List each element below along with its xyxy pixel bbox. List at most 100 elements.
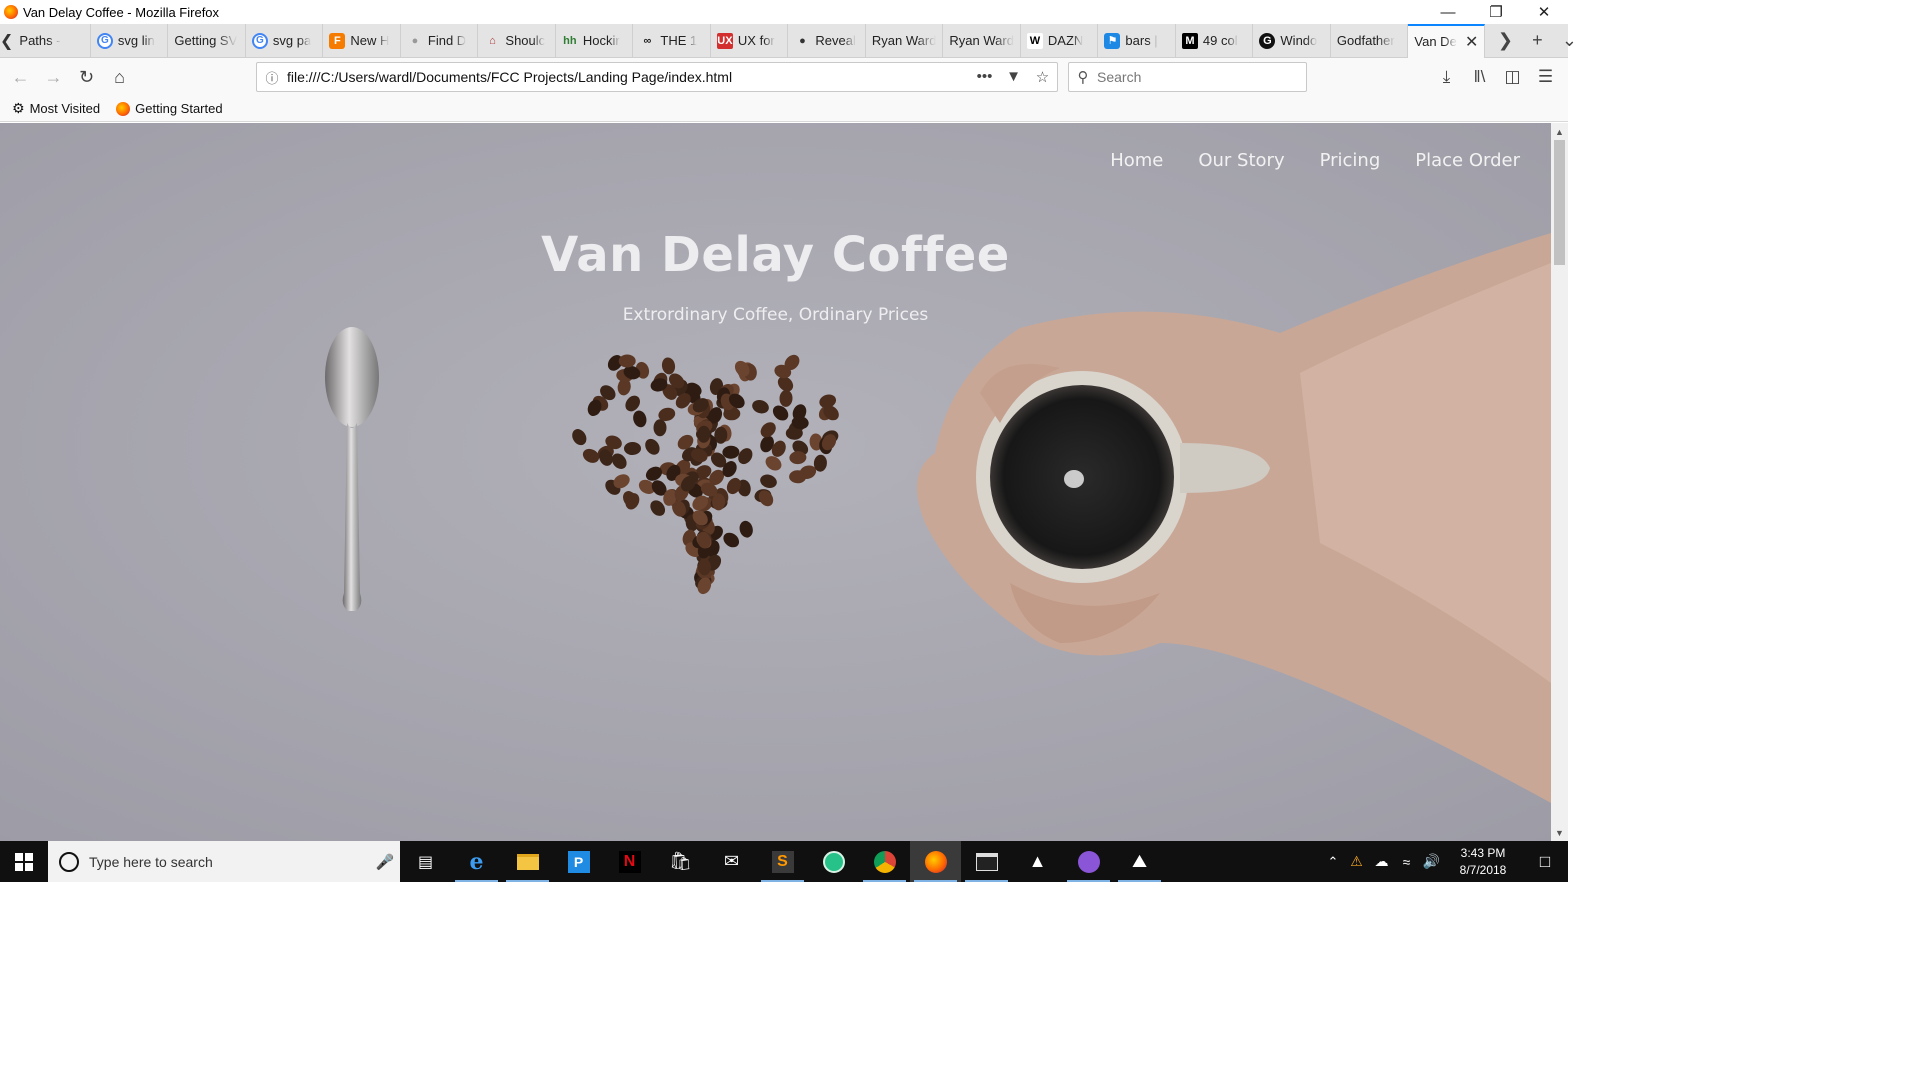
clock[interactable]: 3:43 PM 8/7/2018 bbox=[1444, 845, 1522, 879]
sublime-text-icon[interactable]: S bbox=[757, 841, 808, 882]
wifi-icon[interactable]: ≈ bbox=[1394, 854, 1419, 870]
menu-icon[interactable]: ☰ bbox=[1529, 62, 1562, 92]
reload-icon[interactable]: ↻ bbox=[70, 62, 103, 92]
url-text[interactable]: file:///C:/Users/wardl/Documents/FCC Pro… bbox=[287, 69, 970, 85]
inkscape-icon[interactable]: ▲ bbox=[1012, 841, 1063, 882]
restore-icon[interactable]: ❐ bbox=[1472, 0, 1520, 24]
tab-label: Ryan Ward bbox=[949, 33, 1014, 48]
netflix-icon[interactable]: N bbox=[604, 841, 655, 882]
list-all-tabs-icon[interactable]: ⌄ bbox=[1553, 24, 1585, 58]
page-actions-icon[interactable]: ••• bbox=[970, 68, 999, 86]
onedrive-icon[interactable]: ☁ bbox=[1369, 853, 1394, 870]
library-icon[interactable]: ‖\ bbox=[1463, 62, 1496, 92]
site-info-icon[interactable]: ⓘ bbox=[257, 68, 287, 87]
volume-icon[interactable]: 🔊 bbox=[1419, 853, 1444, 870]
tab[interactable]: hh Hockir bbox=[556, 23, 634, 58]
toolbar-tools: ⤓ ‖\ ◫ ☰ bbox=[1430, 62, 1562, 92]
shield-gray-icon: ● bbox=[411, 34, 419, 47]
edge-icon[interactable]: e bbox=[451, 841, 502, 882]
scroll-tabs-left-icon[interactable]: ❮ bbox=[0, 24, 13, 58]
action-center-icon[interactable]: □ bbox=[1522, 852, 1568, 872]
task-view-icon[interactable]: ▤ bbox=[400, 841, 451, 882]
show-hidden-icons-icon[interactable]: ⌃ bbox=[1322, 854, 1344, 870]
page-viewport: Home Our Story Pricing Place Order Van D… bbox=[0, 123, 1551, 841]
pandora-icon[interactable]: P bbox=[553, 841, 604, 882]
home-icon[interactable]: ⌂ bbox=[103, 62, 136, 92]
tab-label: Getting SV bbox=[174, 33, 238, 48]
cortana-icon bbox=[59, 851, 79, 872]
mail-icon[interactable]: ✉ bbox=[706, 841, 757, 882]
taskbar-search-input[interactable]: Type here to search 🎤 bbox=[48, 841, 400, 882]
antivirus-icon[interactable]: ⚠ bbox=[1344, 853, 1369, 870]
tab[interactable]: Ryan Ward bbox=[943, 23, 1021, 58]
chrome-icon[interactable] bbox=[859, 841, 910, 882]
tab-label: svg pa bbox=[272, 33, 312, 48]
search-input[interactable]: ⚲ Search bbox=[1068, 62, 1307, 92]
tab[interactable]: ⚑ bars | bbox=[1098, 23, 1176, 58]
minimize-icon[interactable]: — bbox=[1424, 0, 1472, 24]
downloads-icon[interactable]: ⤓ bbox=[1430, 62, 1463, 92]
page-scrollbar[interactable]: ▲ ▼ bbox=[1551, 123, 1568, 841]
bookmark-star-icon[interactable]: ☆ bbox=[1028, 68, 1057, 86]
forward-icon[interactable]: → bbox=[37, 62, 70, 92]
nav-link-pricing[interactable]: Pricing bbox=[1320, 150, 1381, 171]
tab[interactable]: ● Reveal bbox=[788, 23, 866, 58]
nav-link-place-order[interactable]: Place Order bbox=[1415, 150, 1520, 171]
close-window-icon[interactable]: ✕ bbox=[1520, 0, 1568, 24]
tab-label: Van De bbox=[1414, 34, 1457, 49]
close-tab-icon[interactable]: ✕ bbox=[1465, 32, 1478, 52]
windows-taskbar: Type here to search 🎤 ▤ e P N 🛍 ✉ S ▲ ⛰ … bbox=[0, 841, 1568, 882]
nav-link-our-story[interactable]: Our Story bbox=[1198, 150, 1284, 171]
tab[interactable]: Ryan Ward bbox=[866, 23, 944, 58]
tab[interactable]: ● Find D bbox=[401, 23, 479, 58]
tab[interactable]: Paths - bbox=[13, 23, 91, 58]
bookmark-getting-started[interactable]: Getting Started bbox=[116, 101, 223, 116]
flag-icon: ⚑ bbox=[1104, 32, 1121, 49]
green-app-icon[interactable] bbox=[808, 841, 859, 882]
tab-label: Ryan Ward bbox=[871, 33, 937, 48]
tab[interactable]: Getting SV bbox=[168, 23, 246, 58]
sidebar-icon[interactable]: ◫ bbox=[1496, 62, 1529, 92]
tab[interactable]: Godfather bbox=[1331, 23, 1409, 58]
photos-icon[interactable]: ⛰ bbox=[1114, 841, 1165, 882]
system-tray: ⌃ ⚠ ☁ ≈ 🔊 3:43 PM 8/7/2018 □ bbox=[1322, 841, 1568, 882]
gear-icon: ⚙ bbox=[12, 100, 25, 116]
terminal-icon[interactable] bbox=[961, 841, 1012, 882]
tab[interactable]: Gsvg lin bbox=[91, 23, 169, 58]
tab[interactable]: Gsvg pa bbox=[246, 23, 324, 58]
back-icon[interactable]: ← bbox=[4, 62, 37, 92]
firefox-icon bbox=[116, 101, 131, 116]
tab[interactable]: UX UX for bbox=[711, 23, 789, 58]
start-button[interactable] bbox=[0, 841, 48, 882]
coffee-bean bbox=[712, 493, 726, 511]
store-icon[interactable]: 🛍 bbox=[655, 841, 706, 882]
tab[interactable]: ⌂ Shoulc bbox=[478, 23, 556, 58]
wikipedia-icon: W bbox=[1026, 32, 1043, 49]
bookmark-most-visited[interactable]: ⚙ Most Visited bbox=[12, 100, 100, 117]
tripadvisor-icon: ∞ bbox=[643, 34, 652, 47]
firefox-taskbar-icon[interactable] bbox=[910, 841, 961, 882]
pocket-icon[interactable]: ▼ bbox=[999, 68, 1028, 86]
tab-label: UX for bbox=[737, 33, 775, 48]
tab[interactable]: Van De ✕ bbox=[1408, 23, 1486, 58]
tab[interactable]: M 49 col bbox=[1176, 23, 1254, 58]
nav-link-home[interactable]: Home bbox=[1110, 150, 1163, 171]
tab[interactable]: W DAZN bbox=[1021, 23, 1099, 58]
scrollbar-thumb[interactable] bbox=[1554, 140, 1565, 265]
search-placeholder: Search bbox=[1097, 69, 1142, 85]
new-tab-icon[interactable]: + bbox=[1521, 24, 1553, 58]
tab[interactable]: ∞ THE 1 bbox=[633, 23, 711, 58]
navigation-toolbar: ← → ↻ ⌂ ⓘ file:///C:/Users/wardl/Documen… bbox=[0, 58, 1568, 96]
tab[interactable]: G Windo bbox=[1253, 23, 1331, 58]
file-explorer-icon[interactable] bbox=[502, 841, 553, 882]
microphone-icon[interactable]: 🎤 bbox=[370, 853, 400, 871]
address-bar[interactable]: ⓘ file:///C:/Users/wardl/Documents/FCC P… bbox=[256, 62, 1058, 92]
tab-label: Hockir bbox=[582, 33, 620, 48]
clock-date: 8/7/2018 bbox=[1459, 862, 1507, 877]
scroll-tabs-right-icon[interactable]: ❯ bbox=[1489, 24, 1521, 58]
tab-strip-actions: ❯ + ⌄ bbox=[1489, 24, 1585, 58]
scroll-down-icon[interactable]: ▼ bbox=[1551, 824, 1568, 841]
github-desktop-icon[interactable] bbox=[1063, 841, 1114, 882]
tab[interactable]: F New H bbox=[323, 23, 401, 58]
scroll-up-icon[interactable]: ▲ bbox=[1551, 123, 1568, 140]
